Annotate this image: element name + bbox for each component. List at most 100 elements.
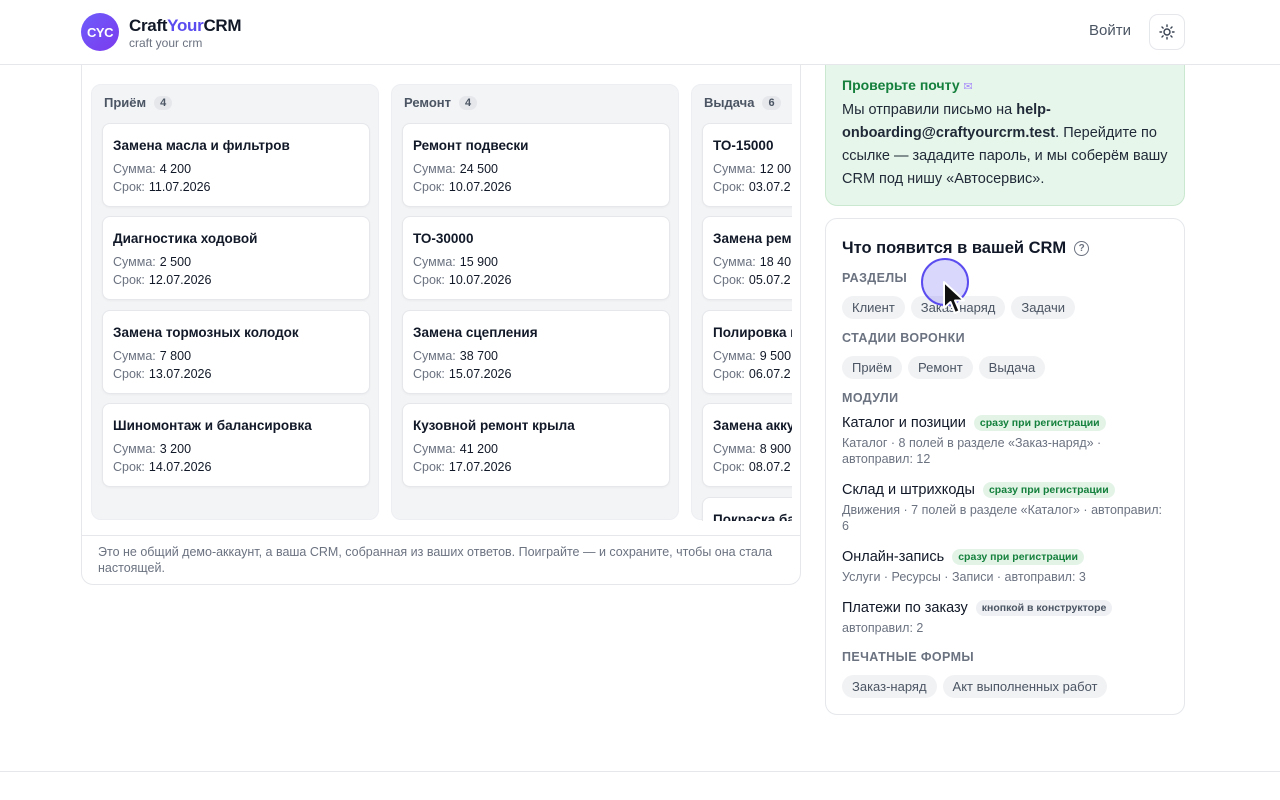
deal-card[interactable]: Шиномонтаж и балансировка Сумма: 3 200 Ср… <box>102 403 370 487</box>
card-sum: Сумма: 3 200 <box>113 442 191 456</box>
due-value: 05.07.2 <box>748 273 791 287</box>
sum-value: 15 900 <box>459 255 498 269</box>
card-sum: Сумма: 15 900 <box>413 255 498 269</box>
help-icon[interactable]: ? <box>1074 241 1090 256</box>
card-title: Полировка к <box>713 325 792 340</box>
deal-card[interactable]: Замена масла и фильтров Сумма: 4 200 Срок… <box>102 123 370 207</box>
brand-crm: CRM <box>203 16 242 35</box>
module-name: Онлайн-запись <box>842 549 945 565</box>
card-due: Срок: 06.07.2 <box>713 367 791 381</box>
deal-card[interactable]: Замена акку Сумма: 8 900 Срок: 08.07.2 <box>702 403 792 487</box>
deal-card[interactable]: Полировка к Сумма: 9 500 Срок: 06.07.2 <box>702 310 792 394</box>
sum-label: Сумма: <box>113 442 156 456</box>
stage-chip[interactable]: Приём <box>842 356 903 379</box>
sum-value: 9 500 <box>759 349 792 363</box>
print-form-chip[interactable]: Акт выполненных работ <box>942 675 1108 698</box>
board-footer-note: Это не общий демо-аккаунт, а ваша CRM, с… <box>82 535 800 584</box>
logo-badge[interactable]: CYC <box>81 13 119 51</box>
deal-card[interactable]: Замена тормозных колодок Сумма: 7 800 Сро… <box>102 310 370 394</box>
module-item: Склад и штрихкоды сразу при регистрации Д… <box>842 482 1172 534</box>
brand-tagline: craft your crm <box>129 36 203 50</box>
sum-label: Сумма: <box>113 162 156 176</box>
due-label: Срок: <box>413 367 445 381</box>
deal-card[interactable]: Покраска ба <box>702 497 792 521</box>
card-due: Срок: 10.07.2026 <box>413 273 511 287</box>
module-desc: Услуги · Ресурсы · Записи · автоправил: … <box>842 570 1086 584</box>
brand-craft: Craft <box>129 16 168 35</box>
deal-card[interactable]: Диагностика ходовой Сумма: 2 500 Срок: 12.… <box>102 216 370 300</box>
card-due: Срок: 13.07.2026 <box>113 367 211 381</box>
card-sum: Сумма: 12 00 <box>713 162 791 176</box>
card-due: Срок: 12.07.2026 <box>113 273 211 287</box>
deal-card[interactable]: Замена ремн Сумма: 18 40 Срок: 05.07.2 <box>702 216 792 300</box>
print-form-chip[interactable]: Заказ-наряд <box>842 675 937 698</box>
notice-text: Мы отправили письмо на help-onboarding@c… <box>842 99 1177 191</box>
stage-chip[interactable]: Ремонт <box>908 356 973 379</box>
sum-value: 7 800 <box>159 349 192 363</box>
card-sum: Сумма: 38 700 <box>413 349 498 363</box>
due-label: Срок: <box>713 460 745 474</box>
due-value: 12.07.2026 <box>148 273 212 287</box>
card-title: Диагностика ходовой <box>113 231 258 246</box>
card-due: Срок: 10.07.2026 <box>413 180 511 194</box>
due-label: Срок: <box>113 367 145 381</box>
card-title: Замена масла и фильтров <box>113 138 290 153</box>
sum-value: 3 200 <box>159 442 192 456</box>
section-chip[interactable]: Задачи <box>1011 296 1075 319</box>
due-value: 03.07.2 <box>748 180 791 194</box>
column-title: Ремонт <box>404 95 452 110</box>
kanban-column: Приём 4 Замена масла и фильтров Сумма: 4 … <box>91 84 379 520</box>
sum-label: Сумма: <box>113 255 156 269</box>
deal-card[interactable]: ТО-15000 Сумма: 12 00 Срок: 03.07.2 <box>702 123 792 207</box>
module-badge: сразу при регистрации <box>952 549 1084 565</box>
top-header: CYC CraftYourCRM craft your crm Войти <box>0 0 1280 65</box>
due-label: Срок: <box>413 460 445 474</box>
module-badge: сразу при регистрации <box>982 482 1115 498</box>
column-title: Выдача <box>704 95 755 110</box>
module-desc: автоправил: 2 <box>842 621 924 635</box>
login-link[interactable]: Войти <box>1089 22 1131 39</box>
deal-card[interactable]: Замена сцепления Сумма: 38 700 Срок: 15.07… <box>402 310 670 394</box>
card-title: ТО-30000 <box>413 231 474 246</box>
column-count: 4 <box>459 95 478 110</box>
due-label: Срок: <box>113 180 145 194</box>
brand-name[interactable]: CraftYourCRM <box>129 16 242 36</box>
sum-label: Сумма: <box>413 255 456 269</box>
due-value: 06.07.2 <box>748 367 791 381</box>
column-title: Приём <box>104 95 147 110</box>
due-value: 15.07.2026 <box>448 367 512 381</box>
due-label: Срок: <box>113 460 145 474</box>
sum-label: Сумма: <box>713 162 756 176</box>
deal-card[interactable]: Кузовной ремонт крыла Сумма: 41 200 Срок:… <box>402 403 670 487</box>
sum-value: 8 900 <box>759 442 792 456</box>
sum-value: 41 200 <box>459 442 498 456</box>
kanban-board[interactable]: Приём 4 Замена масла и фильтров Сумма: 4 … <box>91 84 792 521</box>
card-due: Срок: 03.07.2 <box>713 180 791 194</box>
kanban-column: Выдача 6 ТО-15000 Сумма: 12 00 Срок: 03.07… <box>691 84 792 521</box>
card-title: Кузовной ремонт крыла <box>413 418 575 433</box>
card-title: Замена акку <box>713 418 792 433</box>
module-name: Платежи по заказу <box>842 600 968 616</box>
section-chip[interactable]: Клиент <box>842 296 905 319</box>
brand-your: Your <box>167 16 204 35</box>
sum-value: 4 200 <box>159 162 192 176</box>
card-title: Покраска ба <box>713 512 792 521</box>
deal-card[interactable]: Ремонт подвески Сумма: 24 500 Срок: 10.07.… <box>402 123 670 207</box>
sum-label: Сумма: <box>113 349 156 363</box>
due-value: 08.07.2 <box>748 460 791 474</box>
module-item: Платежи по заказу кнопкой в конструкторе … <box>842 600 1172 636</box>
due-value: 17.07.2026 <box>448 460 512 474</box>
card-title: ТО-15000 <box>713 138 774 153</box>
card-sum: Сумма: 7 800 <box>113 349 191 363</box>
deal-card[interactable]: ТО-30000 Сумма: 15 900 Срок: 10.07.2026 <box>402 216 670 300</box>
notice-title: Проверьте почту ✉ <box>842 77 973 93</box>
features-title-text: Что появится в вашей CRM <box>842 239 1067 257</box>
theme-toggle-button[interactable] <box>1149 14 1185 50</box>
card-due: Срок: 05.07.2 <box>713 273 791 287</box>
column-count: 4 <box>154 95 173 110</box>
sum-label: Сумма: <box>413 349 456 363</box>
stages-label: СТАДИИ ВОРОНКИ <box>842 331 965 345</box>
stage-chip[interactable]: Выдача <box>978 356 1046 379</box>
board-panel: Приём 4 Замена масла и фильтров Сумма: 4 … <box>81 40 801 585</box>
module-name: Склад и штрихкоды <box>842 482 975 498</box>
